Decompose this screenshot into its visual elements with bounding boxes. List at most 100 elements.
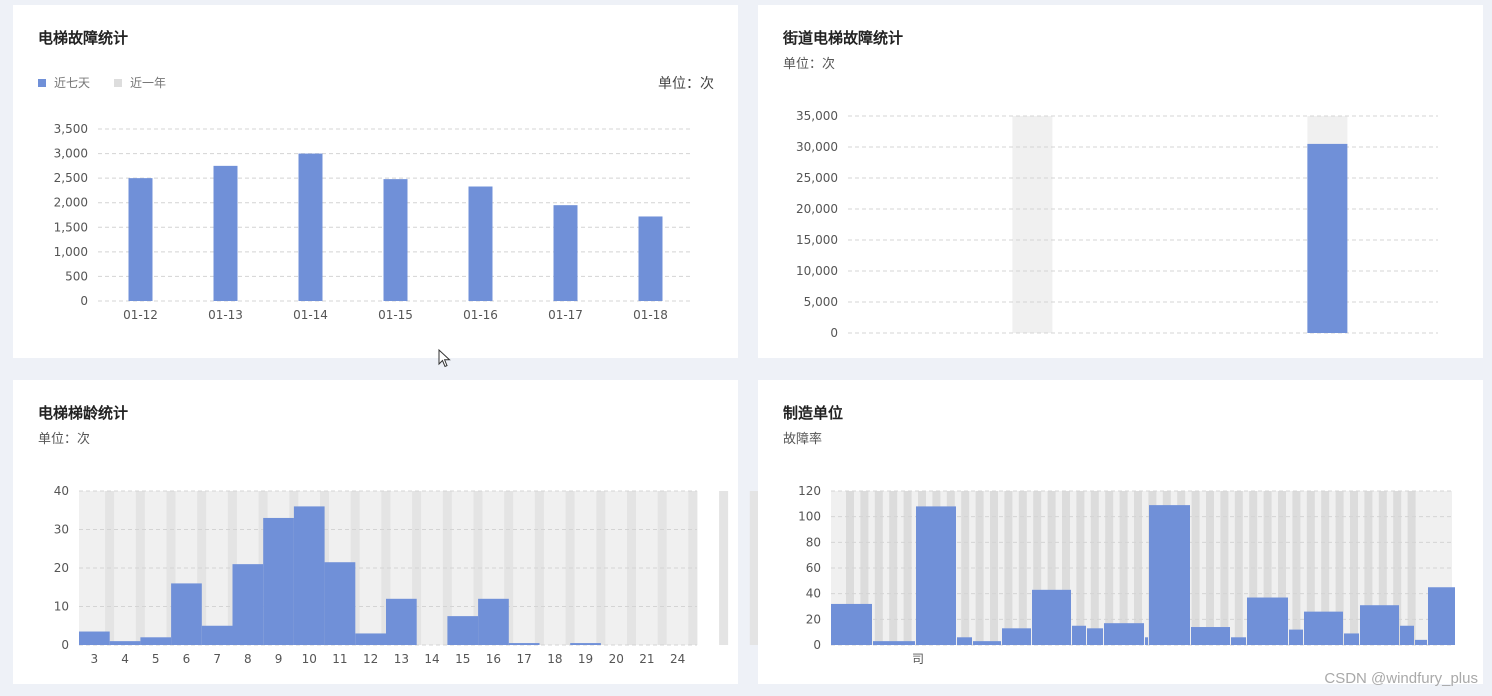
bar: [1032, 589, 1071, 645]
age-stats-panel: 电梯梯龄统计 单位：次 0 10 20 30 40 3 4 5 6 7 8 9 10 11 12 13 14 15…: [13, 380, 759, 684]
bar: [1344, 633, 1359, 645]
y-tick-label: 0: [830, 326, 838, 340]
y-tick-label: 3,500: [54, 122, 88, 136]
x-tick-label: 5: [152, 652, 160, 666]
x-tick-label: 24: [670, 652, 685, 666]
mouse-cursor-icon: [438, 348, 451, 368]
bar: [478, 598, 509, 645]
x-tick-label: 12: [363, 652, 378, 666]
y-tick-label: 30: [54, 523, 69, 537]
bar: [263, 517, 294, 645]
manufacturer-bar-chart: 0 20 40 60 80 100 120 司: [798, 484, 1455, 666]
y-tick-label: 30,000: [796, 140, 838, 154]
bar: [1415, 639, 1427, 645]
background-stripe: [719, 491, 729, 645]
x-tick-label: 8: [244, 652, 252, 666]
bar: [570, 643, 601, 645]
x-tick-label: 15: [455, 652, 470, 666]
y-tick-label: 0: [61, 638, 69, 652]
x-tick-label: 01-12: [123, 308, 158, 322]
bar: [468, 186, 493, 301]
y-tick-label: 25,000: [796, 171, 838, 185]
bar: [298, 153, 323, 301]
bar: [1072, 625, 1086, 645]
fault-stats-panel: 电梯故障统计 近七天 近一年 单位：次 0 500 1,000 1,500 2,000 2…: [13, 5, 738, 358]
y-tick-label: 500: [65, 269, 88, 283]
y-tick-label: 2,500: [54, 171, 88, 185]
bar: [1149, 505, 1190, 645]
bar: [128, 178, 153, 301]
bar: [293, 506, 325, 645]
x-tick-label: 14: [424, 652, 439, 666]
bar: [109, 641, 141, 645]
x-tick-label: 18: [547, 652, 562, 666]
bar: [355, 633, 386, 645]
bar: [213, 165, 238, 301]
bar: [1087, 628, 1103, 645]
x-tick-label: 01-16: [463, 308, 498, 322]
x-tick-label: 10: [302, 652, 317, 666]
y-tick-label: 1,000: [54, 245, 88, 259]
street-bar-chart: 0 5,000 10,000 15,000 20,000 25,000 30,000 35,0…: [796, 109, 1438, 340]
bar: [140, 637, 172, 645]
bar: [232, 564, 264, 645]
y-tick-label: 40: [54, 484, 69, 498]
y-tick-label: 120: [798, 484, 821, 498]
y-tick-label: 20,000: [796, 202, 838, 216]
y-tick-label: 10,000: [796, 264, 838, 278]
bar: [447, 616, 479, 645]
bar: [873, 641, 915, 645]
y-tick-label: 35,000: [796, 109, 838, 123]
bar: [1231, 637, 1246, 645]
x-tick-label: 01-15: [378, 308, 413, 322]
x-tick-label: 01-14: [293, 308, 328, 322]
bar: [383, 179, 408, 301]
y-tick-label: 2,000: [54, 196, 88, 210]
bar: [171, 583, 202, 645]
bar: [1191, 627, 1230, 645]
background-band: [1012, 116, 1053, 333]
x-tick-label: 6: [183, 652, 191, 666]
bar: [324, 562, 356, 645]
bar: [957, 637, 972, 645]
bar: [1304, 611, 1343, 645]
bar: [553, 205, 578, 301]
x-tick-label: 21: [639, 652, 654, 666]
x-tick-label: 4: [121, 652, 129, 666]
fault-bar-chart: 0 500 1,000 1,500 2,000 2,500 3,000 3,500 01-12 0…: [54, 122, 693, 322]
x-tick-label: 01-18: [633, 308, 668, 322]
bar: [831, 603, 872, 645]
street-stats-panel: 街道电梯故障统计 单位：次 0 5,000 10,000 15,000 20,000 25…: [758, 5, 1483, 358]
bar: [916, 506, 956, 645]
y-tick-label: 3,000: [54, 147, 88, 161]
y-tick-label: 15,000: [796, 233, 838, 247]
y-tick-label: 60: [806, 561, 821, 575]
bar: [1289, 629, 1303, 645]
x-tick-label: 3: [91, 652, 99, 666]
watermark: CSDN @windfury_plus: [1324, 670, 1478, 687]
y-tick-label: 20: [806, 612, 821, 626]
x-tick-label: 01-17: [548, 308, 583, 322]
bar: [1428, 587, 1455, 645]
bar: [1247, 597, 1288, 645]
x-tick-label: 19: [578, 652, 593, 666]
bar: [386, 598, 417, 645]
y-tick-label: 40: [806, 587, 821, 601]
x-tick-label: 20: [609, 652, 624, 666]
y-tick-label: 80: [806, 535, 821, 549]
age-bar-chart: 0 10 20 30 40 3 4 5 6 7 8 9 10 11 12 13 14 15 16 17 18 19 20 21…: [54, 484, 759, 666]
bar: [79, 631, 110, 645]
x-tick-label: 17: [517, 652, 532, 666]
bar: [1360, 605, 1399, 645]
x-tick-label: 01-13: [208, 308, 243, 322]
bar: [1145, 637, 1148, 645]
y-tick-label: 10: [54, 600, 69, 614]
x-tick-label: 9: [275, 652, 283, 666]
x-tick-label: 司: [912, 652, 924, 666]
y-tick-label: 1,500: [54, 220, 88, 234]
y-tick-label: 5,000: [804, 295, 838, 309]
x-tick-label: 13: [394, 652, 409, 666]
bar: [201, 625, 233, 645]
bar: [1002, 628, 1031, 645]
x-tick-label: 11: [332, 652, 347, 666]
